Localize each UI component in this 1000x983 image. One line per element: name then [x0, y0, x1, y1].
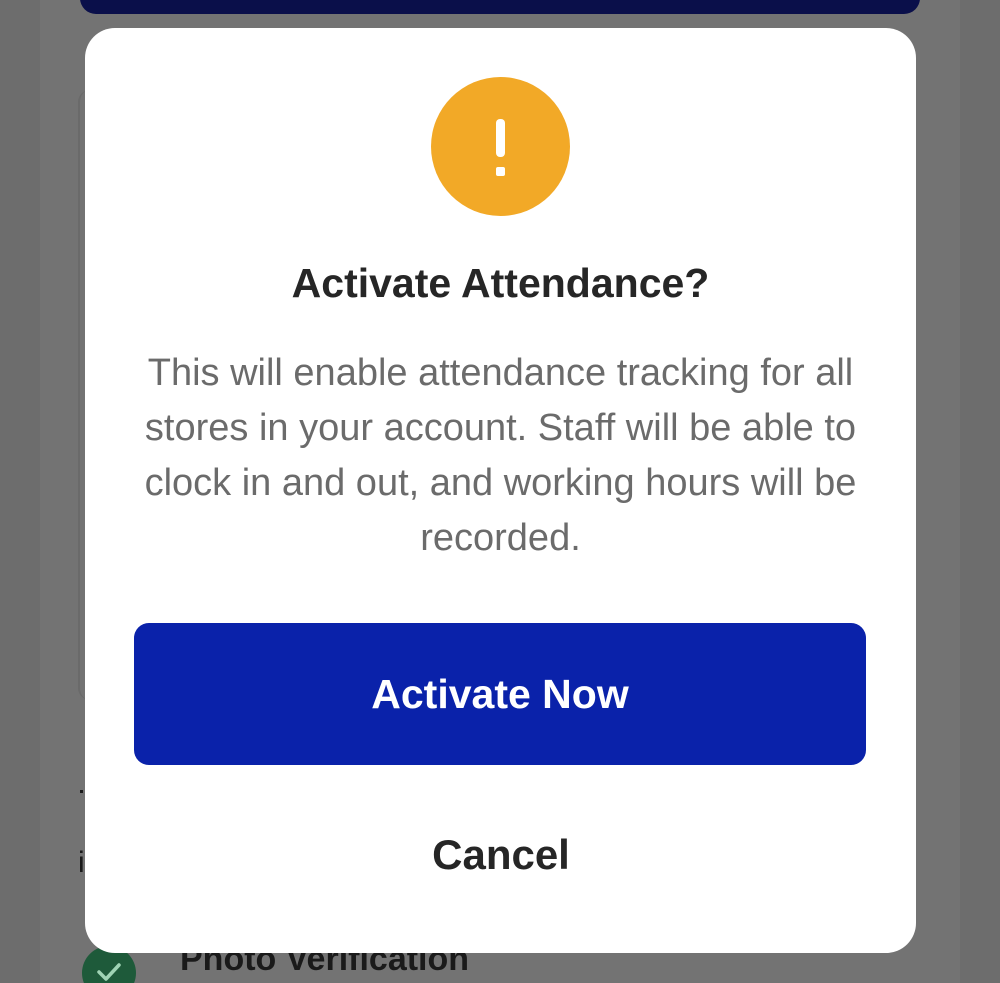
background-edge-left — [0, 0, 40, 983]
background-header-bar — [80, 0, 920, 14]
cancel-button[interactable]: Cancel — [351, 818, 651, 892]
screen: i Photo Verification Activate Attendance… — [0, 0, 1000, 983]
activate-now-button[interactable]: Activate Now — [134, 623, 866, 765]
dialog-message: This will enable attendance tracking for… — [144, 352, 857, 559]
dialog-title: Activate Attendance? — [291, 260, 710, 306]
background-edge-right — [960, 0, 1000, 983]
activate-attendance-dialog: Activate Attendance? This will enable at… — [85, 28, 916, 953]
background-partial-text: i — [78, 846, 85, 879]
exclamation-icon — [431, 77, 570, 216]
background-dot — [80, 790, 83, 793]
